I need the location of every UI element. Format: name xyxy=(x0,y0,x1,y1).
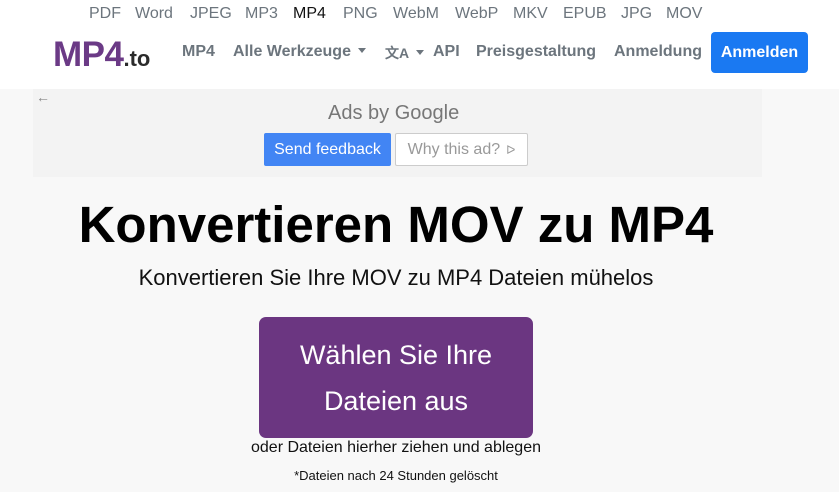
why-this-ad-label: Why this ad? xyxy=(407,140,501,158)
deletion-note: *Dateien nach 24 Stunden gelöscht xyxy=(294,468,498,483)
format-link-webm[interactable]: WebM xyxy=(393,5,439,23)
ads-by-google-label: Ads by Google xyxy=(328,102,460,124)
format-link-jpg[interactable]: JPG xyxy=(621,5,652,23)
back-arrow-icon[interactable]: ← xyxy=(36,89,50,105)
nav-api-link[interactable]: API xyxy=(433,43,460,61)
format-link-png[interactable]: PNG xyxy=(343,5,378,23)
language-dropdown[interactable]: 文A xyxy=(385,43,425,63)
nav-pricing-link[interactable]: Preisgestaltung xyxy=(476,43,596,61)
why-this-ad-button[interactable]: Why this ad? ᐅ xyxy=(395,133,528,166)
format-link-mov[interactable]: MOV xyxy=(666,5,702,23)
choose-files-button[interactable]: Wählen Sie Ihre Dateien aus xyxy=(259,317,533,438)
nav-login-link[interactable]: Anmeldung xyxy=(614,43,702,61)
top-navigation: PDF Word JPEG MP3 MP4 PNG WebM WebP MKV … xyxy=(0,0,839,89)
format-links-bar: PDF Word JPEG MP3 MP4 PNG WebM WebP MKV … xyxy=(0,0,839,28)
signup-button[interactable]: Anmelden xyxy=(711,32,808,73)
format-link-mkv[interactable]: MKV xyxy=(513,5,548,23)
page-title: Konvertieren MOV zu MP4 xyxy=(78,196,714,253)
drop-hint: oder Dateien hierher ziehen und ablegen xyxy=(251,439,541,456)
site-logo[interactable]: MP4.to xyxy=(53,35,150,75)
play-arrow-icon: ᐅ xyxy=(506,142,516,157)
chevron-down-icon xyxy=(416,50,425,55)
format-link-pdf[interactable]: PDF xyxy=(89,5,121,23)
format-link-jpeg[interactable]: JPEG xyxy=(190,5,232,23)
format-link-word[interactable]: Word xyxy=(135,5,173,23)
page-subtitle: Konvertieren Sie Ihre MOV zu MP4 Dateien… xyxy=(138,265,654,290)
format-link-mp4[interactable]: MP4 xyxy=(293,5,326,23)
nav-all-tools-label: Alle Werkzeuge xyxy=(233,43,351,60)
format-link-webp[interactable]: WebP xyxy=(455,5,498,23)
choose-files-label: Wählen Sie Ihre Dateien aus xyxy=(299,339,493,416)
send-feedback-button[interactable]: Send feedback xyxy=(264,133,391,166)
format-link-mp3[interactable]: MP3 xyxy=(245,5,278,23)
nav-all-tools-dropdown[interactable]: Alle Werkzeuge xyxy=(233,43,366,61)
logo-suffix-text: .to xyxy=(123,46,151,71)
format-link-epub[interactable]: EPUB xyxy=(563,5,607,23)
ad-container: ← Ads by Google Send feedback Why this a… xyxy=(33,89,762,177)
nav-mp4-link[interactable]: MP4 xyxy=(182,43,215,61)
translate-icon: 文A xyxy=(385,45,410,61)
logo-main-text: MP4 xyxy=(53,35,124,74)
chevron-down-icon xyxy=(357,48,366,53)
